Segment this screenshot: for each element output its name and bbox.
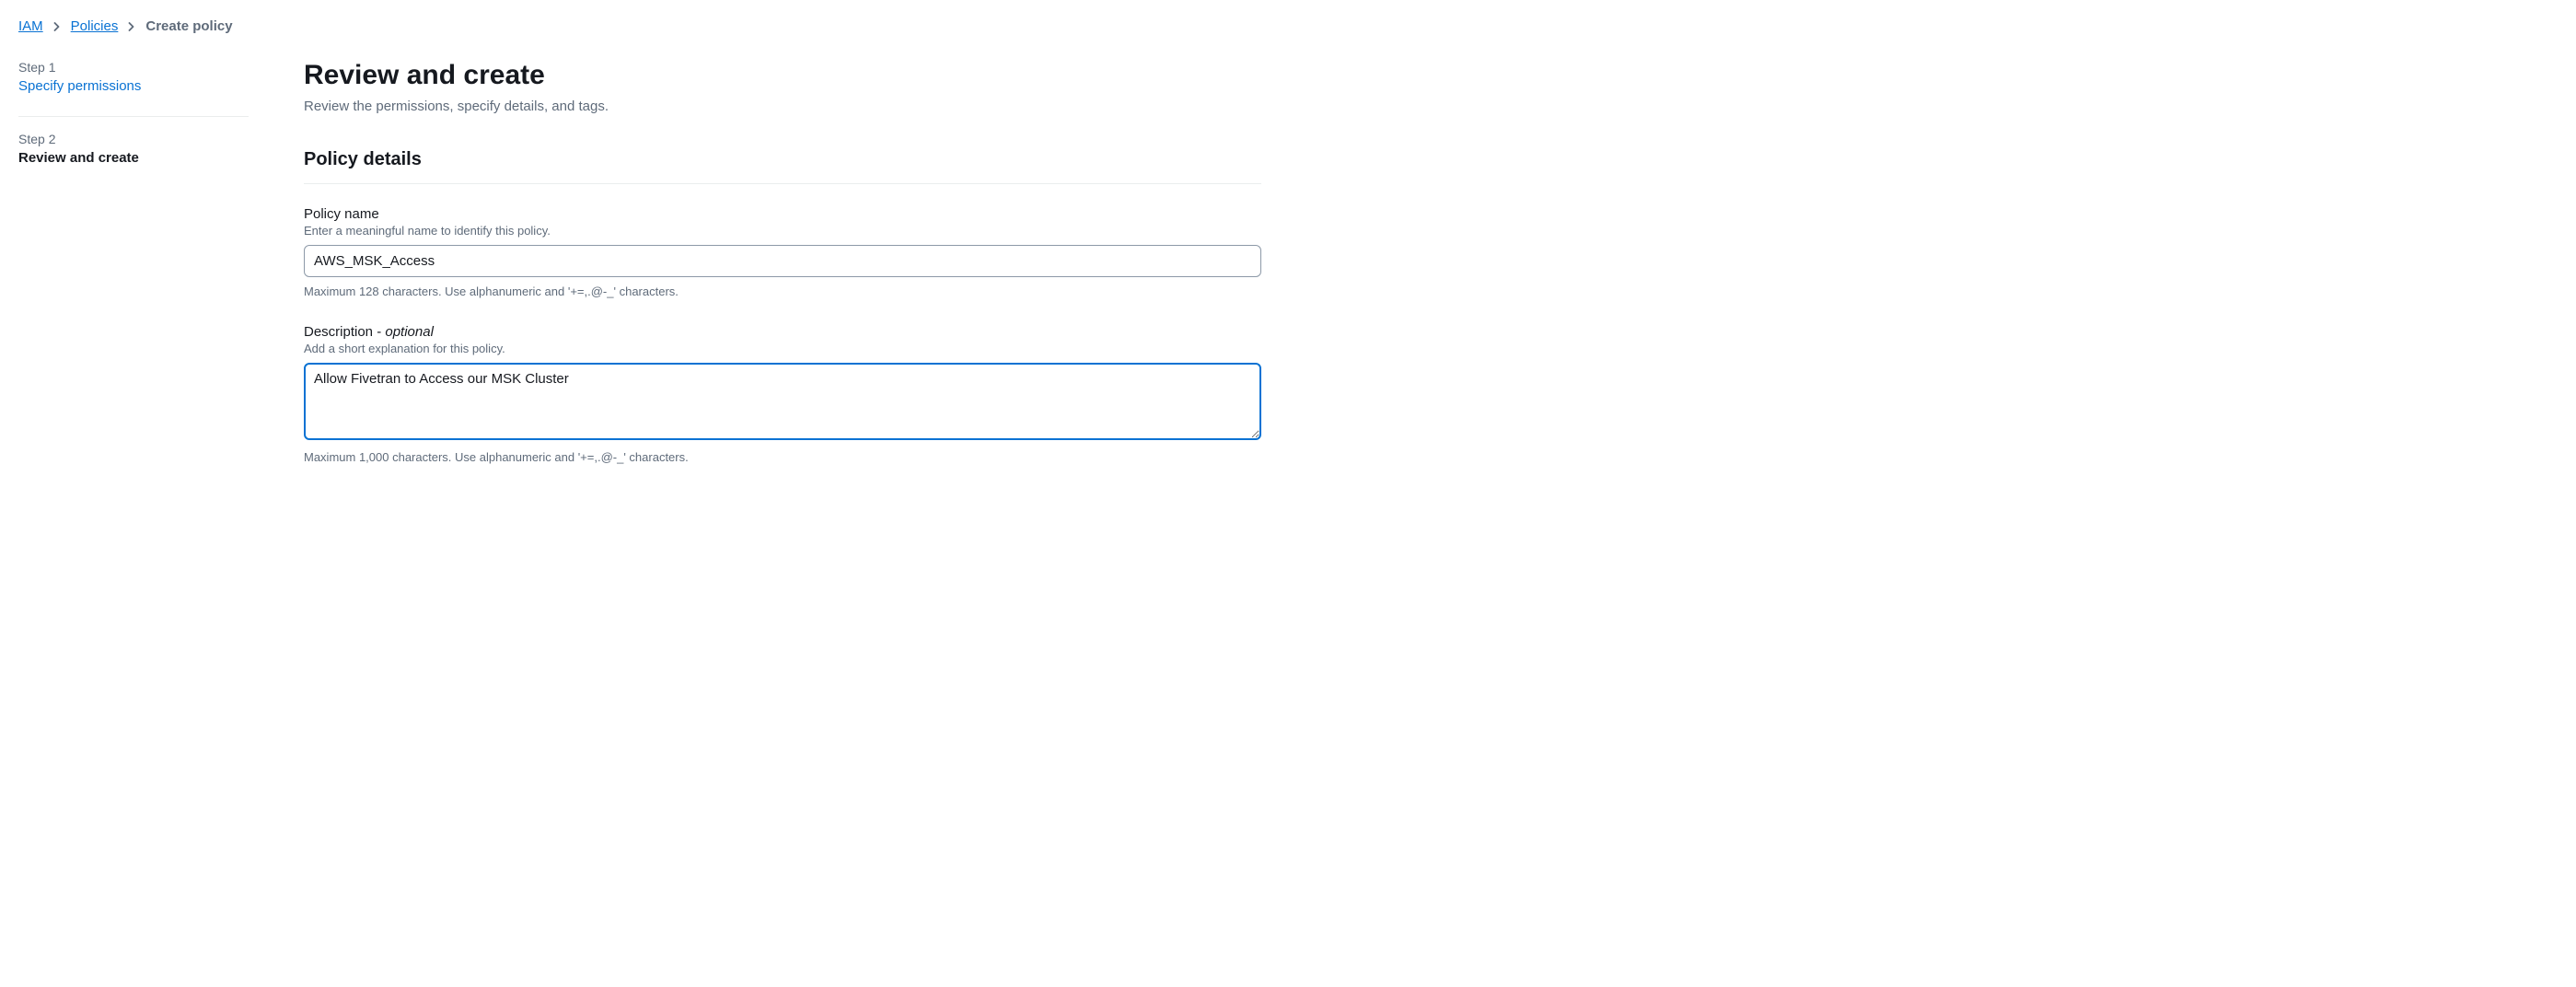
step-title: Specify permissions <box>18 78 249 94</box>
description-hint: Maximum 1,000 characters. Use alphanumer… <box>304 450 1261 464</box>
field-description: Description - optional Add a short expla… <box>304 324 1261 464</box>
policy-name-input[interactable] <box>304 245 1261 277</box>
breadcrumb-iam[interactable]: IAM <box>18 18 43 34</box>
step-title: Review and create <box>18 150 249 166</box>
policy-name-label: Policy name <box>304 206 1261 222</box>
policy-name-help: Enter a meaningful name to identify this… <box>304 224 1261 238</box>
wizard-step-1[interactable]: Step 1 Specify permissions <box>18 60 249 109</box>
wizard-step-2: Step 2 Review and create <box>18 132 249 180</box>
description-label: Description - optional <box>304 324 1261 340</box>
section-policy-details-title: Policy details <box>304 149 1261 184</box>
chevron-right-icon <box>127 19 136 34</box>
breadcrumb-policies[interactable]: Policies <box>71 18 119 34</box>
step-label: Step 1 <box>18 60 249 75</box>
step-label: Step 2 <box>18 132 249 146</box>
description-help: Add a short explanation for this policy. <box>304 342 1261 355</box>
breadcrumb-current: Create policy <box>145 18 232 34</box>
main-content: Review and create Review the permissions… <box>304 60 1261 490</box>
field-policy-name: Policy name Enter a meaningful name to i… <box>304 206 1261 298</box>
optional-tag: optional <box>385 324 434 340</box>
breadcrumb: IAM Policies Create policy <box>18 18 2558 34</box>
chevron-right-icon <box>52 19 62 34</box>
step-divider <box>18 116 249 117</box>
description-textarea[interactable] <box>304 363 1261 440</box>
page-title: Review and create <box>304 60 1261 91</box>
page-subtitle: Review the permissions, specify details,… <box>304 99 1261 114</box>
policy-name-hint: Maximum 128 characters. Use alphanumeric… <box>304 284 1261 298</box>
wizard-steps-sidebar: Step 1 Specify permissions Step 2 Review… <box>18 60 249 490</box>
